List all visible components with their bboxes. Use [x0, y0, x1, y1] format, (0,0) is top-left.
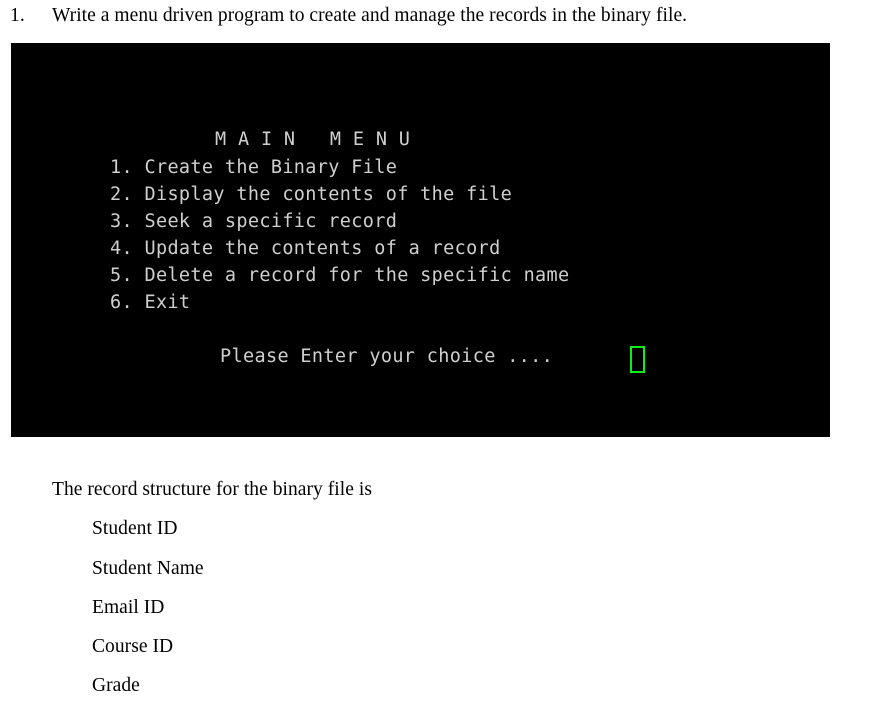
- terminal-menu-item-delete: 5. Delete a record for the specific name: [110, 265, 570, 286]
- record-field-email-id: Email ID: [92, 597, 165, 618]
- record-field-grade: Grade: [92, 675, 140, 696]
- terminal-cursor[interactable]: [630, 346, 645, 373]
- terminal-menu-item-seek: 3. Seek a specific record: [110, 211, 398, 232]
- record-field-student-name: Student Name: [92, 558, 204, 579]
- terminal-menu-item-update: 4. Update the contents of a record: [110, 238, 501, 259]
- record-structure-intro: The record structure for the binary file…: [52, 479, 372, 500]
- terminal-menu-item-display: 2. Display the contents of the file: [110, 184, 513, 205]
- terminal-content: M A I N M E N U 1. Create the Binary Fil…: [11, 43, 830, 437]
- question-number: 1.: [10, 5, 25, 26]
- question-text: Write a menu driven program to create an…: [52, 5, 688, 26]
- terminal-console: M A I N M E N U 1. Create the Binary Fil…: [11, 43, 830, 437]
- terminal-menu-item-exit: 6. Exit: [110, 292, 191, 313]
- question-row: 1. Write a menu driven program to create…: [0, 3, 877, 33]
- terminal-prompt-text: Please Enter your choice ....: [220, 346, 554, 367]
- record-field-course-id: Course ID: [92, 636, 174, 657]
- terminal-menu-title: M A I N M E N U: [215, 129, 411, 150]
- terminal-menu-item-create: 1. Create the Binary File: [110, 157, 398, 178]
- record-field-student-id: Student ID: [92, 518, 178, 539]
